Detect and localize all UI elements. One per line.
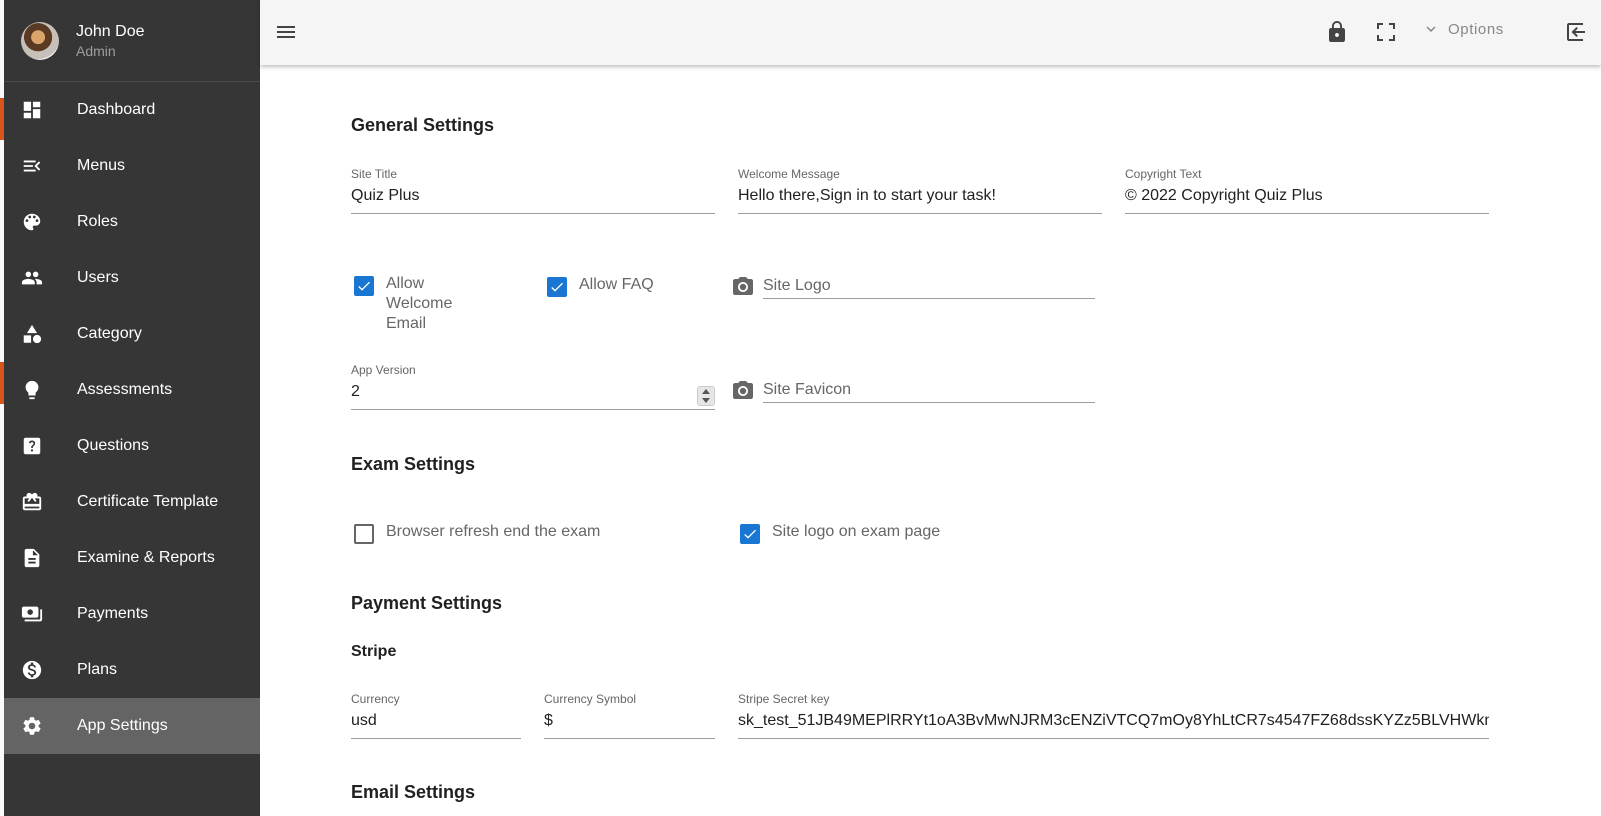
currency-value: usd xyxy=(351,712,377,729)
options-dropdown[interactable]: Options xyxy=(1422,20,1504,38)
app-version-label: App Version xyxy=(351,363,416,377)
currency-symbol-field[interactable]: Currency Symbol $ xyxy=(544,689,715,739)
site-title-label: Site Title xyxy=(351,167,398,181)
card-giftcard-icon xyxy=(21,491,43,513)
stripe-secret-key-label: Stripe Secret key xyxy=(738,692,830,706)
sidebar-item-label: Roles xyxy=(77,213,118,230)
sidebar-item-plans[interactable]: Plans xyxy=(4,642,260,698)
description-icon xyxy=(21,547,43,569)
sidebar-item-roles[interactable]: Roles xyxy=(4,194,260,250)
chevron-down-icon xyxy=(1426,26,1436,32)
exam-settings-title: Exam Settings xyxy=(351,454,476,474)
avatar xyxy=(21,21,59,60)
allow-welcome-email-label: Allow Welcome Email xyxy=(386,275,453,332)
site-favicon-placeholder: Site Favicon xyxy=(763,375,1095,403)
shapes-icon xyxy=(21,323,43,345)
top-bar: Options xyxy=(260,0,1601,65)
general-settings-title: General Settings xyxy=(351,115,495,135)
site-title-field[interactable]: Site Title Quiz Plus xyxy=(351,164,715,214)
stripe-title: Stripe xyxy=(351,643,397,660)
site-title-value: Quiz Plus xyxy=(351,187,420,204)
site-logo-exam-label: Site logo on exam page xyxy=(772,523,941,540)
gear-icon xyxy=(21,715,43,737)
caret-up-icon xyxy=(702,389,710,394)
welcome-message-label: Welcome Message xyxy=(738,167,840,181)
stripe-secret-key-value: sk_test_51JB49MEPlRRYt1oA3BvMwNJRM3cENZi… xyxy=(738,712,1489,729)
hamburger-icon[interactable] xyxy=(274,20,298,44)
allow-faq-checkbox[interactable]: Allow FAQ xyxy=(547,275,654,297)
people-icon xyxy=(21,267,43,289)
user-name: John Doe xyxy=(76,22,145,40)
number-stepper[interactable] xyxy=(697,386,715,406)
copyright-text-field[interactable]: Copyright Text © 2022 Copyright Quiz Plu… xyxy=(1125,164,1489,214)
caret-down-icon xyxy=(702,398,710,403)
sidebar-item-label: Users xyxy=(77,269,119,286)
checkbox-checked-icon xyxy=(740,524,760,544)
allow-faq-label: Allow FAQ xyxy=(579,276,654,293)
logout-icon[interactable] xyxy=(1564,20,1588,44)
sidebar-item-menus[interactable]: Menus xyxy=(4,138,260,194)
site-favicon-upload[interactable]: Site Favicon xyxy=(731,375,1095,403)
sidebar-item-label: Menus xyxy=(77,157,126,174)
checkbox-checked-icon xyxy=(547,277,567,297)
allow-welcome-email-checkbox[interactable]: Allow Welcome Email xyxy=(354,274,494,334)
lock-icon[interactable] xyxy=(1325,20,1349,44)
user-profile[interactable]: John Doe Admin xyxy=(4,0,260,82)
sidebar-item-label: Payments xyxy=(77,605,149,622)
site-logo-exam-checkbox[interactable]: Site logo on exam page xyxy=(740,522,940,544)
sidebar-item-label: Assessments xyxy=(77,381,173,398)
camera-icon xyxy=(733,277,753,295)
sidebar-item-label: Certificate Template xyxy=(77,493,219,510)
sidebar: John Doe Admin Dashboard Menus Roles Use… xyxy=(4,0,260,816)
app-version-field[interactable]: App Version 2 xyxy=(351,360,715,410)
sidebar-item-app-settings[interactable]: App Settings xyxy=(4,698,260,754)
sidebar-item-certificate-template[interactable]: Certificate Template xyxy=(4,474,260,530)
sidebar-item-dashboard[interactable]: Dashboard xyxy=(4,82,260,138)
sidebar-item-label: Category xyxy=(77,325,142,342)
currency-symbol-value: $ xyxy=(544,712,553,729)
help-box-icon xyxy=(21,435,43,457)
sidebar-item-label: Plans xyxy=(77,661,118,678)
menu-open-icon xyxy=(21,155,43,177)
payment-settings-title: Payment Settings xyxy=(351,593,503,613)
email-settings-title: Email Settings xyxy=(351,782,476,802)
sidebar-nav: Dashboard Menus Roles Users Category Ass… xyxy=(4,82,260,754)
settings-content: General Settings Site Title Quiz Plus We… xyxy=(260,65,1601,816)
currency-symbol-label: Currency Symbol xyxy=(544,692,637,706)
sidebar-item-users[interactable]: Users xyxy=(4,250,260,306)
checkbox-checked-icon xyxy=(354,276,374,296)
checkbox-unchecked-icon xyxy=(354,524,374,544)
site-logo-upload[interactable]: Site Logo xyxy=(731,271,1095,299)
currency-field[interactable]: Currency usd xyxy=(351,689,521,739)
camera-icon xyxy=(733,381,753,399)
dollar-icon xyxy=(21,659,43,681)
sidebar-item-label: Dashboard xyxy=(77,101,156,118)
payments-icon xyxy=(21,603,43,625)
sidebar-item-label: Questions xyxy=(77,437,150,454)
lightbulb-icon xyxy=(21,379,43,401)
welcome-message-value: Hello there,Sign in to start your task! xyxy=(738,187,996,204)
options-label: Options xyxy=(1448,20,1504,38)
currency-label: Currency xyxy=(351,692,400,706)
sidebar-item-label: App Settings xyxy=(77,717,168,734)
copyright-text-label: Copyright Text xyxy=(1125,167,1202,181)
app-version-value: 2 xyxy=(351,383,360,400)
browser-refresh-label: Browser refresh end the exam xyxy=(386,523,601,540)
palette-icon xyxy=(21,211,43,233)
stripe-secret-key-field[interactable]: Stripe Secret key sk_test_51JB49MEPlRRYt… xyxy=(738,689,1489,739)
copyright-text-value: © 2022 Copyright Quiz Plus xyxy=(1125,187,1323,204)
sidebar-item-examine-reports[interactable]: Examine & Reports xyxy=(4,530,260,586)
sidebar-item-category[interactable]: Category xyxy=(4,306,260,362)
welcome-message-field[interactable]: Welcome Message Hello there,Sign in to s… xyxy=(738,164,1102,214)
fullscreen-icon[interactable] xyxy=(1374,20,1398,44)
sidebar-item-assessments[interactable]: Assessments xyxy=(4,362,260,418)
dashboard-icon xyxy=(21,99,43,121)
user-role: Admin xyxy=(76,42,116,59)
sidebar-item-payments[interactable]: Payments xyxy=(4,586,260,642)
sidebar-item-label: Examine & Reports xyxy=(77,549,215,566)
site-logo-placeholder: Site Logo xyxy=(763,271,1095,299)
sidebar-item-questions[interactable]: Questions xyxy=(4,418,260,474)
browser-refresh-checkbox[interactable]: Browser refresh end the exam xyxy=(354,522,600,544)
